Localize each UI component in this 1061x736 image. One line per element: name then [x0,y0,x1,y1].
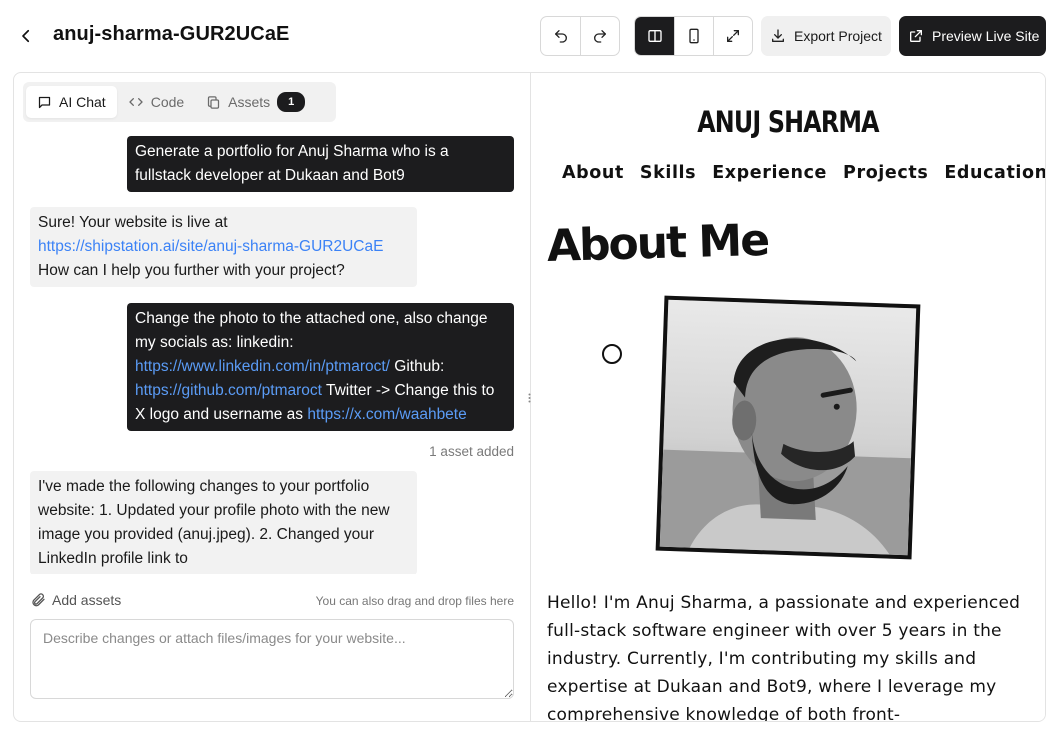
preview-live-site-label: Preview Live Site [932,28,1040,44]
mouse-cursor-indicator [602,344,622,364]
export-project-label: Export Project [794,28,882,44]
panel-tabs: AI Chat Code Assets 1 [23,82,336,122]
download-icon [772,29,784,42]
profile-photo [655,295,921,560]
top-bar: anuj-sharma-GUR2UCaE Export Project Prev… [0,0,1061,72]
history-controls [540,16,620,56]
redo-icon [594,30,606,43]
export-project-button[interactable]: Export Project [761,16,891,56]
chat-panel: AI Chat Code Assets 1 Generate a portfol… [14,73,530,721]
message-text: How can I help you further with your pro… [38,262,345,279]
nav-experience[interactable]: Experience [712,163,827,183]
tab-assets[interactable]: Assets 1 [195,86,316,118]
drag-drop-hint: You can also drag and drop files here [315,594,514,608]
user-message: Generate a portfolio for Anuj Sharma who… [127,136,514,192]
assistant-message: I've made the following changes to your … [30,471,417,574]
copy-icon [208,95,220,109]
undo-icon [554,30,567,43]
tab-assets-label: Assets [228,94,271,110]
chat-messages: Generate a portfolio for Anuj Sharma who… [14,136,530,574]
redo-button[interactable] [580,17,619,55]
mobile-view-button[interactable] [674,17,713,55]
paperclip-icon [32,593,45,607]
external-link-icon [910,30,922,42]
split-view-button[interactable] [635,17,674,55]
nav-about[interactable]: About [562,163,624,183]
message-text: I've made the following changes to your … [38,478,390,567]
site-link[interactable]: https://shipstation.ai/site/anuj-sharma-… [38,238,383,255]
preview-live-site-button[interactable]: Preview Live Site [899,16,1046,56]
nav-education[interactable]: Education [944,163,1045,183]
about-paragraph: Hello! I'm Anuj Sharma, a passionate and… [547,593,1021,721]
asset-added-note: 1 asset added [429,444,514,459]
undo-button[interactable] [541,17,580,55]
code-icon [129,98,143,106]
nav-skills[interactable]: Skills [640,163,696,183]
site-preview: ANUJ SHARMA About Skills Experience Proj… [531,73,1045,721]
message-text: Sure! Your website is live at [38,214,228,231]
chat-icon [38,96,51,108]
back-button[interactable] [12,22,40,50]
mobile-icon [689,28,699,44]
linkedin-link[interactable]: https://www.linkedin.com/in/ptmaroct/ [135,358,390,375]
chat-input[interactable] [30,619,514,699]
add-assets-label: Add assets [52,592,122,608]
site-nav: About Skills Experience Projects Educati… [562,163,1045,183]
message-text: Change the photo to the attached one, al… [135,310,488,351]
project-title: anuj-sharma-GUR2UCaE [53,23,290,45]
tab-code-label: Code [150,94,185,110]
site-logo-text[interactable]: ANUJ SHARMA [577,105,998,139]
message-text: Generate a portfolio for Anuj Sharma who… [135,143,449,184]
assistant-message: Sure! Your website is live at https://sh… [30,207,417,287]
assets-count-badge: 1 [277,92,306,112]
expand-icon [727,30,739,42]
chevron-left-icon [22,29,30,43]
github-link[interactable]: https://github.com/ptmaroct [135,382,322,399]
tab-ai-chat-label: AI Chat [59,94,106,110]
nav-projects[interactable]: Projects [843,163,928,183]
tab-ai-chat[interactable]: AI Chat [26,86,117,118]
view-mode-controls [634,16,753,56]
x-link[interactable]: https://x.com/waahbete [307,406,466,423]
split-view-icon [647,30,662,42]
add-assets-button[interactable]: Add assets [30,592,121,608]
about-heading: About Me [546,214,769,272]
workspace: AI Chat Code Assets 1 Generate a portfol… [13,72,1046,722]
user-message: Change the photo to the attached one, al… [127,303,514,431]
tab-code[interactable]: Code [117,86,195,118]
fullscreen-button[interactable] [713,17,752,55]
message-text: Github: [390,358,445,375]
portrait-image [659,299,917,556]
